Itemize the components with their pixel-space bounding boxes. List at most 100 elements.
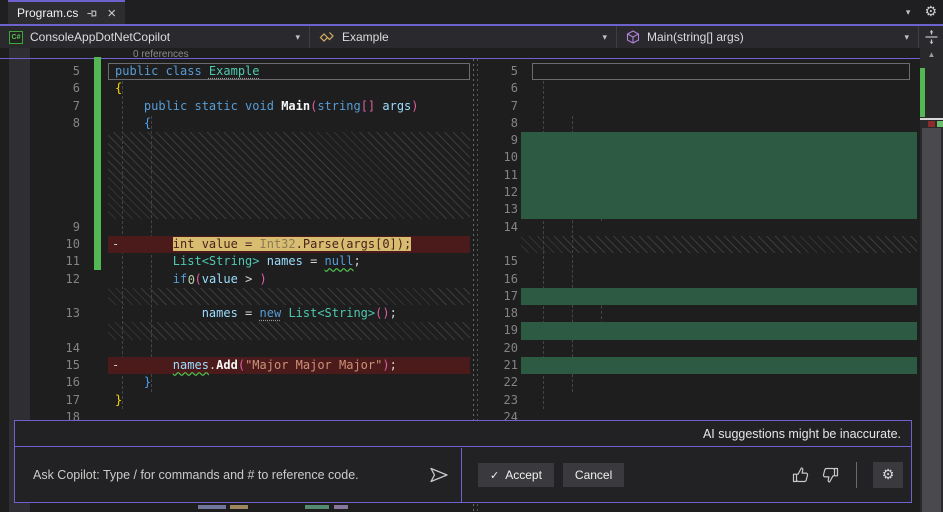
line-number: 11 [28, 254, 80, 268]
code-line[interactable]: 9 [0, 219, 473, 236]
vs-editor-window: Program.cs × ▾ ⚙ C# ConsoleAppDotNetCopi… [0, 0, 943, 512]
code-text: } [115, 393, 122, 407]
csharp-project-icon: C# [9, 31, 23, 44]
code-line[interactable]: 6{ [0, 80, 473, 97]
action-divider [856, 462, 857, 488]
project-dropdown[interactable]: C# ConsoleAppDotNetCopilot ▾ [0, 26, 310, 48]
tab-overflow-chevron-icon[interactable]: ▾ [906, 7, 911, 18]
copilot-suggestion-panel: AI suggestions might be inaccurate. Ask … [14, 420, 912, 503]
code-line[interactable]: 10- int value = Int32.Parse(args[0]); [0, 236, 473, 253]
clipped-code-fragment [198, 505, 226, 509]
editor-settings-gear-icon[interactable]: ⚙ [924, 4, 937, 20]
code-line[interactable]: 14 [477, 219, 943, 236]
code-line[interactable]: 7 public static void Main(string[] args) [0, 98, 473, 115]
code-line[interactable]: 17+ { [477, 288, 943, 305]
code-line[interactable]: 11+ { [477, 167, 943, 184]
code-text: } [115, 375, 151, 389]
method-cube-icon [626, 30, 640, 44]
split-editor-icon[interactable] [919, 26, 943, 48]
code-text: names.Add("Major Major Major"); [115, 358, 397, 372]
scrollbar-thumb[interactable] [922, 128, 941, 512]
code-line[interactable]: 23} [477, 392, 943, 409]
ai-disclaimer: AI suggestions might be inaccurate. [703, 427, 901, 441]
code-line[interactable]: 15 List<String> names = null; [477, 253, 943, 270]
accept-label: Accept [505, 468, 542, 482]
added-line-bg [521, 132, 917, 149]
pin-icon[interactable] [86, 7, 99, 20]
code-line[interactable]: 22 } [477, 374, 943, 391]
code-line[interactable]: 16 } [0, 374, 473, 391]
line-number: 20 [490, 341, 518, 355]
code-line[interactable]: 5public class Example [477, 63, 943, 80]
added-line-bg [521, 184, 917, 201]
type-dropdown[interactable]: Example ▾ [310, 26, 617, 48]
code-line[interactable]: 9+ int value = 0; [477, 132, 943, 149]
cancel-button[interactable]: Cancel [563, 463, 624, 487]
code-line[interactable]: 11 List<String> names = null; [0, 253, 473, 270]
line-number: 13 [28, 306, 80, 320]
code-line[interactable]: 5public class Example [0, 63, 473, 80]
diff-padding-row [477, 236, 943, 253]
code-text: int value = Int32.Parse(args[0]); [115, 237, 411, 251]
line-number: 15 [28, 358, 80, 372]
added-line-bg [521, 167, 917, 184]
code-line[interactable]: 14 [0, 340, 473, 357]
code-line[interactable]: 10+ if (args.Length > 0) [477, 149, 943, 166]
thumbs-up-icon[interactable] [791, 465, 811, 485]
member-dropdown[interactable]: Main(string[] args) ▾ [617, 26, 919, 48]
code-line[interactable]: 6{ [477, 80, 943, 97]
code-line[interactable]: 8 { [0, 115, 473, 132]
code-text: List<String> names = null; [115, 254, 361, 268]
check-icon: ✓ [490, 469, 499, 482]
code-line[interactable]: 8 { [477, 115, 943, 132]
added-line-bg [521, 149, 917, 166]
added-line-bg [521, 322, 917, 339]
code-line[interactable]: 18 names = new List<String>(); [477, 305, 943, 322]
cancel-label: Cancel [575, 468, 612, 482]
code-line[interactable]: 17} [0, 392, 473, 409]
line-number: 17 [490, 289, 518, 303]
vertical-scrollbar[interactable]: ▲ [920, 48, 943, 512]
code-text: names = new List<String>(); [115, 306, 397, 320]
copilot-action-bar: ✓ Accept Cancel ⚙ [462, 448, 911, 502]
diff-padding-row [0, 322, 473, 339]
thumbs-down-icon[interactable] [820, 465, 840, 485]
code-line[interactable]: 12 if (value > 0) [0, 271, 473, 288]
hatch-filler [108, 288, 470, 305]
scrollbar-added-annotation [920, 68, 925, 117]
scrollbar-caret-marker [920, 118, 943, 120]
line-number: 16 [28, 375, 80, 389]
clipped-code-fragment [305, 505, 329, 509]
code-line[interactable]: 16 if (value > 0) [477, 271, 943, 288]
code-line[interactable]: 15- names.Add("Major Major Major"); [0, 357, 473, 374]
line-number: 10 [28, 237, 80, 251]
copilot-settings-button[interactable]: ⚙ [873, 462, 903, 488]
code-line[interactable]: 12+ value = Int32.Parse(args[0]); [477, 184, 943, 201]
line-number: 21 [490, 358, 518, 372]
scrollbar-up-arrow-icon[interactable]: ▲ [920, 50, 943, 59]
hatch-filler [108, 132, 470, 219]
hatch-filler [521, 236, 917, 253]
chevron-down-icon: ▾ [602, 32, 607, 43]
close-icon[interactable]: × [107, 6, 116, 21]
line-number: 10 [490, 150, 518, 164]
line-number: 18 [490, 306, 518, 320]
line-number: 12 [490, 185, 518, 199]
code-line[interactable]: 13 names = new List<String>(); [0, 305, 473, 322]
code-line[interactable]: 13+ } [477, 201, 943, 218]
code-line[interactable]: 7 public static void Main(string[] args) [477, 98, 943, 115]
line-number: 12 [28, 272, 80, 286]
tab-program-cs[interactable]: Program.cs × [8, 0, 125, 24]
code-line[interactable]: 20 [477, 340, 943, 357]
code-line[interactable]: 19+ } [477, 322, 943, 339]
line-number: 17 [28, 393, 80, 407]
send-icon[interactable] [429, 467, 449, 483]
chevron-down-icon: ▾ [904, 32, 909, 43]
copilot-chat-input[interactable]: Ask Copilot: Type / for commands and # t… [15, 448, 462, 502]
code-text: { [115, 116, 151, 130]
code-line[interactable]: 21+ names?.Add("Major Major Major"); [477, 357, 943, 374]
accept-button[interactable]: ✓ Accept [478, 463, 554, 487]
line-number: 5 [490, 64, 518, 78]
line-number: 9 [490, 133, 518, 147]
code-text: { [115, 81, 122, 95]
